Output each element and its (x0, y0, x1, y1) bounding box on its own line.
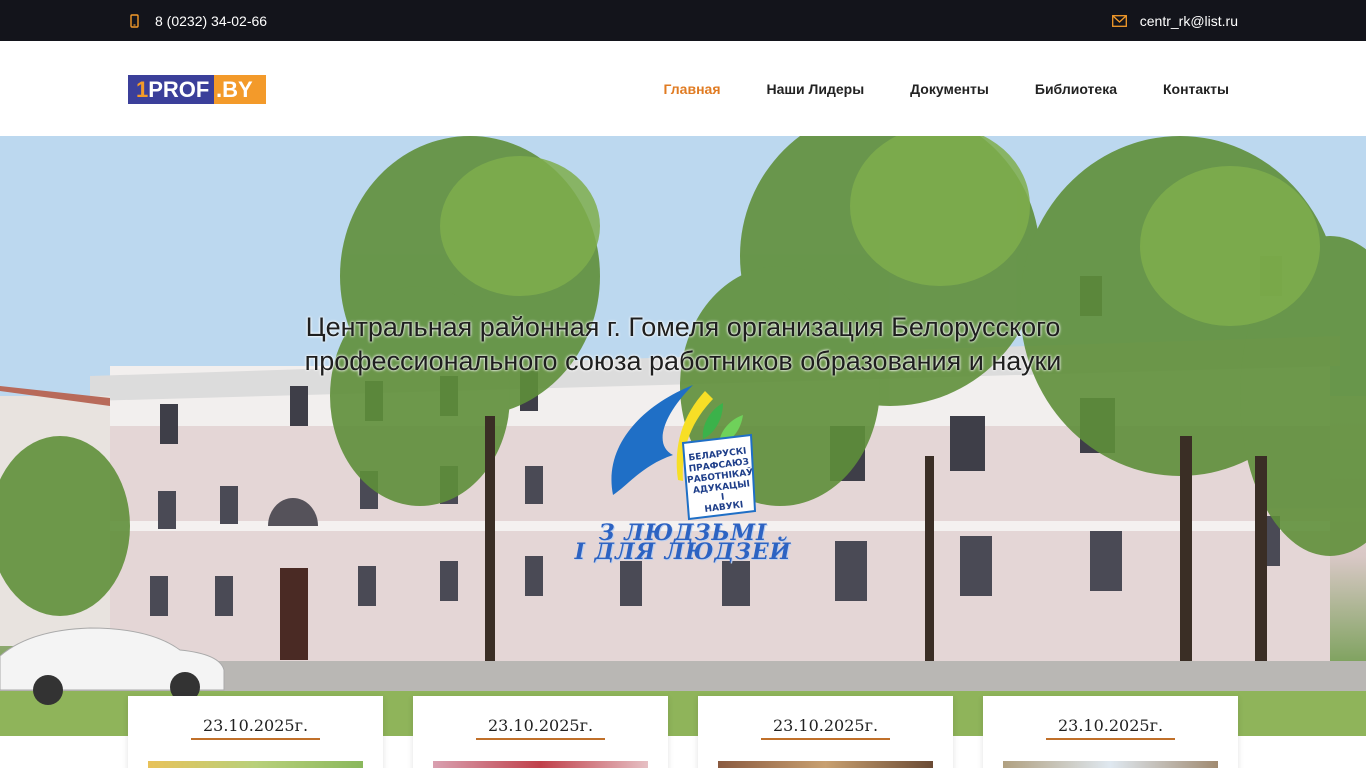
hero-title: Центральная районная г. Гомеля организац… (0, 310, 1366, 378)
nav-item-home[interactable]: Главная (664, 81, 721, 97)
logo-right: .BY (214, 75, 266, 104)
news-card[interactable]: 23.10.2025г. (983, 696, 1238, 768)
top-bar: 8 (0232) 34-02-66 centr_rk@list.ru (0, 0, 1366, 41)
phone-contact[interactable]: 8 (0232) 34-02-66 (128, 0, 267, 41)
news-card[interactable]: 23.10.2025г. (413, 696, 668, 768)
hero-title-line-1: Центральная районная г. Гомеля организац… (305, 312, 1061, 342)
date-underline (1046, 738, 1175, 740)
news-date: 23.10.2025г. (1057, 716, 1164, 735)
email-contact[interactable]: centr_rk@list.ru (1111, 0, 1238, 41)
date-underline (761, 738, 890, 740)
news-date: 23.10.2025г. (202, 716, 309, 735)
nav-item-contacts[interactable]: Контакты (1163, 81, 1229, 97)
main-nav: Главная Наши Лидеры Документы Библиотека… (664, 41, 1229, 136)
news-thumbnail[interactable] (148, 761, 363, 768)
hero-title-line-2: профессионального союза работников образ… (304, 346, 1062, 376)
hero-banner: Центральная районная г. Гомеля организац… (0, 136, 1366, 736)
nav-item-library[interactable]: Библиотека (1035, 81, 1117, 97)
email-address: centr_rk@list.ru (1139, 12, 1238, 29)
site-logo[interactable]: 1PROF .BY (128, 75, 266, 104)
nav-item-documents[interactable]: Документы (910, 81, 989, 97)
news-thumbnail[interactable] (718, 761, 933, 768)
news-thumbnail[interactable] (1003, 761, 1218, 768)
logo-digit: 1 (136, 77, 149, 102)
logo-word: PROF (148, 77, 210, 102)
news-card[interactable]: 23.10.2025г. (698, 696, 953, 768)
mobile-phone-icon (128, 13, 140, 28)
date-underline (476, 738, 605, 740)
phone-number: 8 (0232) 34-02-66 (155, 12, 268, 29)
news-date: 23.10.2025г. (772, 716, 879, 735)
nav-item-leaders[interactable]: Наши Лидеры (766, 81, 864, 97)
news-thumbnail[interactable] (433, 761, 648, 768)
site-header: 1PROF .BY Главная Наши Лидеры Документы … (0, 41, 1366, 136)
news-date: 23.10.2025г. (487, 716, 594, 735)
slogan-line-2: І ДЛЯ ЛЮДЗЕЙ (574, 539, 792, 565)
slogan: З ЛЮДЗЬМІ І ДЛЯ ЛЮДЗЕЙ (570, 522, 796, 565)
logo-left: 1PROF (128, 75, 214, 104)
news-card[interactable]: 23.10.2025г. (128, 696, 383, 768)
union-emblem-icon: БЕЛАРУСКІ ПРАФСАЮЗ РАБОТНІКАЎ АДУКАЦЫІ І… (611, 385, 757, 521)
date-underline (191, 738, 320, 740)
envelope-icon (1111, 14, 1127, 27)
